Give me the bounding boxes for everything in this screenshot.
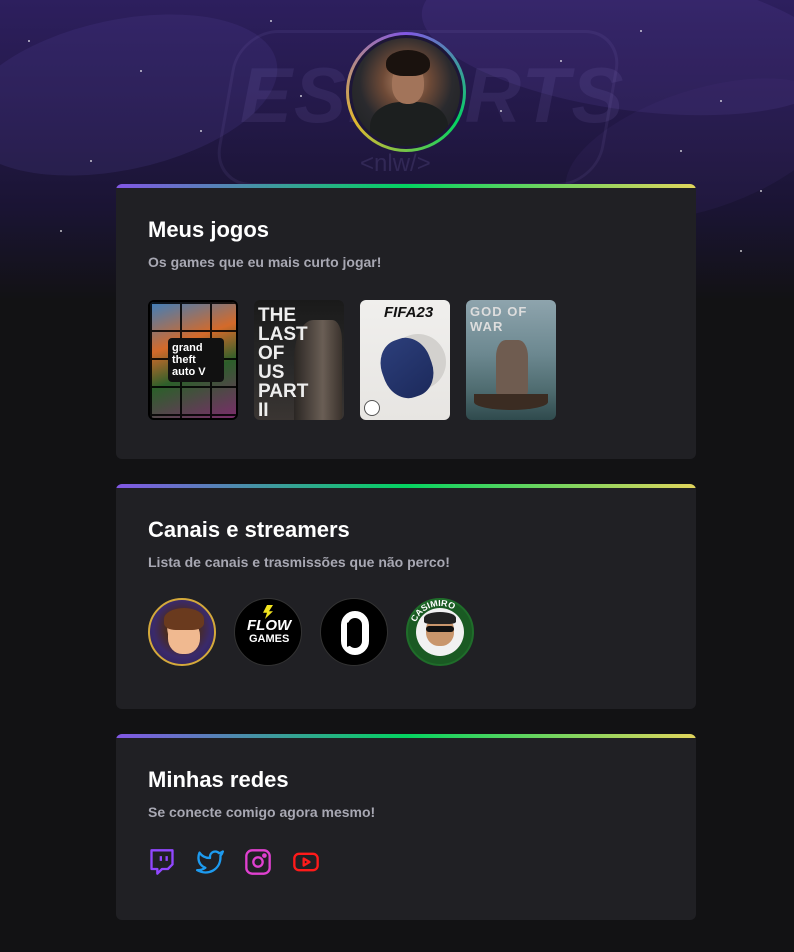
youtube-icon xyxy=(293,852,319,872)
streamer-avatar-flow-games[interactable]: FLOW GAMES xyxy=(234,598,302,666)
streamers-list: FLOW GAMES CASIMIRO xyxy=(148,598,474,666)
games-card: Meus jogos Os games que eu mais curto jo… xyxy=(116,184,696,459)
streamers-subtitle: Lista de canais e trasmissões que não pe… xyxy=(148,554,450,570)
socials-card: Minhas redes Se conecte comigo agora mes… xyxy=(116,734,696,920)
game-cover-god-of-war[interactable]: GOD OF WAR xyxy=(466,300,556,420)
youtube-link[interactable] xyxy=(292,848,320,876)
games-title: Meus jogos xyxy=(148,217,270,242)
twitch-icon xyxy=(150,849,174,875)
game-cover-fifa-23[interactable]: FIFA23 xyxy=(360,300,450,420)
casimiro-ring-text: CASIMIRO xyxy=(409,598,457,623)
svg-text:CASIMIRO: CASIMIRO xyxy=(409,598,457,623)
instagram-icon xyxy=(245,849,271,875)
background-logo-subtext: <nlw/> xyxy=(360,150,431,177)
twitch-link[interactable] xyxy=(148,848,176,876)
streamers-card: Canais e streamers Lista de canais e tra… xyxy=(116,484,696,709)
twitter-icon xyxy=(196,850,224,874)
socials-subtitle: Se conecte comigo agora mesmo! xyxy=(148,804,376,820)
streamer-badge-text: GAMES xyxy=(249,633,290,645)
twitter-link[interactable] xyxy=(196,848,224,876)
socials-title: Minhas redes xyxy=(148,767,289,792)
games-subtitle: Os games que eu mais curto jogar! xyxy=(148,254,382,270)
game-cover-the-last-of-us-part-ii[interactable]: THE LAST OF US PART II xyxy=(254,300,344,420)
streamer-avatar-cartoon[interactable] xyxy=(148,598,216,666)
instagram-link[interactable] xyxy=(244,848,272,876)
social-links xyxy=(148,848,320,876)
games-list: grand theft auto V THE LAST OF US PART I… xyxy=(148,300,556,420)
streamer-badge-text: FLOW xyxy=(247,617,292,634)
game-cover-gta-v[interactable]: grand theft auto V xyxy=(148,300,238,420)
game-cover-text: THE LAST OF US PART II xyxy=(258,305,309,420)
game-cover-text: grand theft auto V xyxy=(172,342,206,378)
streamer-avatar-casimiro[interactable]: CASIMIRO xyxy=(406,598,474,666)
game-cover-text: GOD OF WAR xyxy=(470,304,528,334)
streamers-title: Canais e streamers xyxy=(148,517,350,542)
profile-avatar xyxy=(346,32,466,152)
game-cover-text: FIFA23 xyxy=(384,304,434,321)
streamer-avatar-logo[interactable] xyxy=(320,598,388,666)
